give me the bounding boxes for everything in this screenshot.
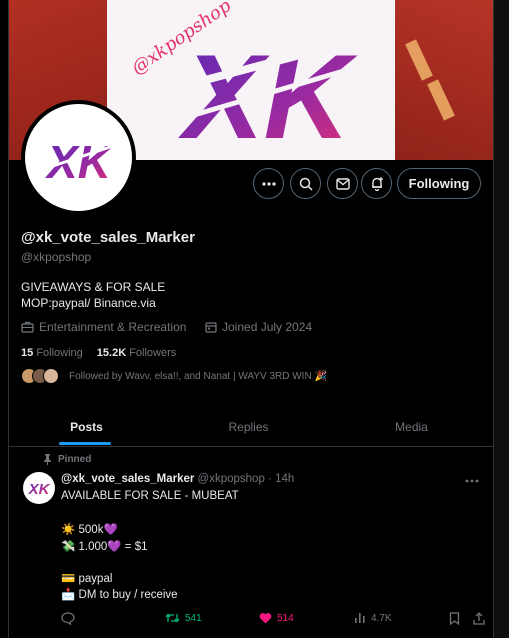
banner-logo-area: XK @xkpopshop [107,0,395,160]
more-dots-icon [261,181,276,186]
banner-logo-image: XK @xkpopshop [128,0,359,160]
tweet-text-line: 💸 1.000💜 = $1 [61,541,148,553]
followed-by-link[interactable]: Followed by Wavv, elsa!!, and Nanat | WA… [21,368,327,384]
reply-button[interactable] [61,612,75,625]
profile-joined-date: Joined July 2024 [205,320,312,334]
views-button[interactable]: 4.7K [354,612,392,624]
tweet-text-line: 💳 paypal [61,573,113,585]
svg-text:XK: XK [28,481,51,498]
banner-stripe [405,39,433,81]
bookmark-icon [449,612,460,625]
pinned-indicator: Pinned [43,454,91,465]
like-count: 514 [277,612,294,624]
profile-avatar[interactable]: XK [21,100,136,215]
calendar-icon [205,322,217,333]
followers-label: Followers [129,347,177,359]
profile-bio-line1: GIVEAWAYS & FOR SALE [21,280,166,294]
briefcase-icon [21,321,34,333]
tweet-header: @xk_vote_sales_Marker @xkpopshop · 14h [61,473,294,485]
avatar-logo-image: XK [44,136,114,188]
tweet-actions: 541 514 4.7K [61,612,485,630]
banner-right-decoration [395,0,493,160]
category-label: Entertainment & Recreation [39,320,187,334]
followers-count-link[interactable]: 15.2K Followers [97,347,177,359]
following-label: Following [36,347,83,359]
followers-count: 15.2K [96,347,127,359]
pin-icon [44,454,51,465]
profile-tabs: Posts Replies Media [9,407,493,447]
tweet-text-line: AVAILABLE FOR SALE - MUBEAT [61,490,239,502]
like-button[interactable]: 514 [259,612,294,624]
more-dots-icon [465,479,479,483]
follower-avatar [43,368,59,384]
reply-bubble-icon [61,612,75,625]
tweet-text-line: ☀️ 500k💜 [61,524,118,536]
profile-bio-line2: MOP:paypal/ Binance.via [21,296,156,310]
tweet-author-avatar[interactable]: XK [23,472,55,504]
active-tab-indicator [59,442,111,445]
banner-stripe [427,79,455,121]
tweet-text-line: 📩 DM to buy / receive [61,589,178,601]
bell-plus-icon [371,177,383,191]
tab-replies[interactable]: Replies [171,407,326,447]
more-options-button[interactable] [253,168,284,199]
author-logo-image: XK [28,481,51,498]
tweet-more-button[interactable] [465,470,479,486]
envelope-icon [335,177,350,190]
joined-label: Joined July 2024 [222,320,313,334]
bookmark-button[interactable] [449,612,460,625]
share-icon [473,612,485,625]
profile-page: XK @xkpopshop XK [8,0,494,638]
window-scroll-gutter [494,0,509,638]
heart-icon [259,613,272,624]
views-count: 4.7K [371,612,392,624]
pinned-label: Pinned [58,454,92,465]
tweet-handle-time[interactable]: @xkpopshop · 14h [198,473,295,485]
tweet-author-name[interactable]: @xk_vote_sales_Marker [61,473,194,485]
retweet-count: 541 [185,612,202,624]
notifications-button[interactable] [361,168,392,199]
retweet-icon [165,613,180,623]
follow-stats: 15 Following 15.2K Followers [21,347,176,359]
following-button[interactable]: Following [397,168,481,199]
analytics-icon [355,613,365,623]
share-button[interactable] [473,612,485,625]
followed-by-text: Followed by Wavv, elsa!!, and Nanat | WA… [69,370,327,382]
message-button[interactable] [327,168,358,199]
search-profile-button[interactable] [290,168,321,199]
retweet-button[interactable]: 541 [165,612,202,624]
search-icon [299,177,313,191]
profile-handle: @xkpopshop [21,250,92,264]
following-count: 15 [21,347,34,359]
tab-posts[interactable]: Posts [9,407,164,447]
svg-text:XK: XK [44,136,114,188]
following-count-link[interactable]: 15 Following [21,347,83,359]
profile-display-name: @xk_vote_sales_Marker [21,229,195,246]
profile-category: Entertainment & Recreation [21,320,186,334]
tab-media[interactable]: Media [334,407,489,447]
